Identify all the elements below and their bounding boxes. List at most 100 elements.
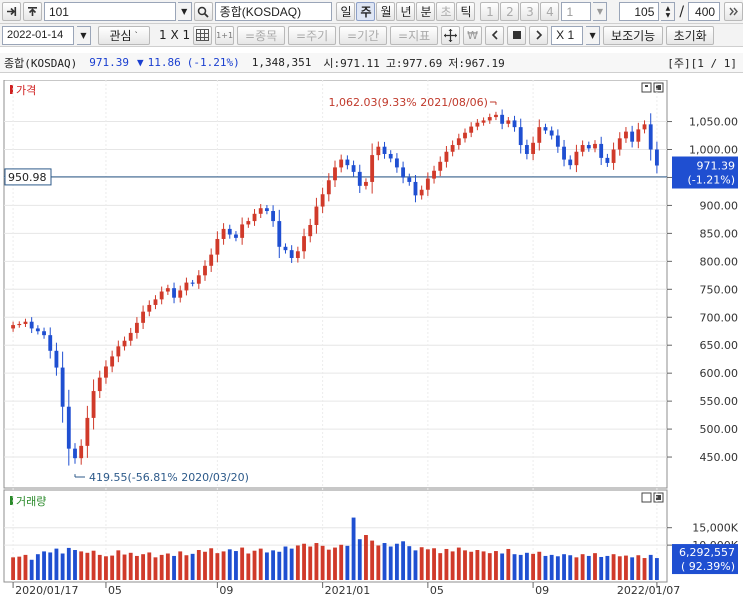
candle-body	[178, 290, 183, 298]
candle-body	[147, 304, 152, 312]
candle-body	[456, 138, 461, 146]
volume-bar	[518, 554, 523, 580]
aux-functions-button[interactable]: 보조기능	[603, 25, 664, 45]
volume-bar	[289, 548, 294, 580]
volume-bar	[642, 558, 647, 580]
volume-bar	[333, 547, 337, 580]
minute-button-4[interactable]: 4	[540, 2, 560, 21]
tab-year[interactable]: 년	[396, 2, 416, 21]
multiplier-select[interactable]: X 1	[551, 25, 584, 45]
current-volume-percent: ( 92.39%)	[681, 560, 735, 573]
volume-bar	[487, 553, 492, 580]
volume-bar	[351, 517, 356, 580]
tab-tick[interactable]: 틱	[456, 2, 476, 21]
candle-body	[630, 131, 635, 142]
volume-bar	[97, 554, 102, 580]
tab-minute[interactable]: 분	[416, 2, 436, 21]
candle-body	[370, 155, 375, 182]
zoom-input[interactable]: 105	[619, 2, 660, 21]
search-icon[interactable]	[193, 2, 213, 21]
candle-body	[73, 448, 77, 459]
pin-icon[interactable]	[2, 2, 21, 21]
volume-bar	[531, 553, 536, 580]
time-tick-label: 05	[430, 584, 444, 597]
won-icon[interactable]: ₩	[463, 25, 483, 45]
candle-body	[79, 445, 84, 459]
candle-body	[116, 346, 121, 357]
volume-maximize-icon[interactable]	[641, 492, 652, 503]
item-button[interactable]: =종목	[237, 25, 286, 45]
candle-body	[252, 213, 257, 222]
minute-button-3[interactable]: 3	[520, 2, 540, 21]
volume-bar	[425, 549, 430, 580]
count-dropdown-icon[interactable]: ▼	[593, 2, 608, 21]
toolbar-top: 101 ▼ 종합(KOSDAQ) 일 주 월 년 분 초 틱 1 2 3 4 1…	[0, 0, 743, 24]
candle-body	[537, 127, 542, 143]
candle-body	[463, 132, 467, 139]
price-volume-chart[interactable]: 가격 거래량 950.98 450.00 500.00 550.00 600.00 65…	[0, 80, 743, 597]
candle-body	[246, 221, 251, 225]
candle-body	[271, 211, 276, 222]
candle-body	[401, 167, 406, 178]
volume-bar	[147, 552, 152, 580]
indicator-button[interactable]: =지표	[390, 25, 439, 45]
grid-icon[interactable]	[193, 25, 213, 45]
tab-day[interactable]: 일	[336, 2, 356, 21]
code-dropdown-icon[interactable]: ▼	[177, 2, 192, 21]
candle-body	[17, 323, 22, 326]
crosshair-icon[interactable]	[441, 25, 461, 45]
pane-maximize-glyph	[645, 85, 648, 87]
date-input[interactable]: 2022-01-14	[2, 25, 74, 45]
price-tick-label: 600.00	[700, 367, 739, 380]
volume-bar	[240, 547, 245, 580]
volume-bar	[475, 550, 480, 580]
reset-button[interactable]: 초기화	[666, 25, 715, 45]
interest-button[interactable]: 관심 `	[98, 25, 150, 45]
multiplier-dropdown-icon[interactable]: ▼	[586, 25, 601, 45]
candle-body	[91, 391, 96, 418]
volume-bar	[159, 554, 164, 580]
date-dropdown-icon[interactable]: ▼	[77, 25, 91, 45]
tab-second[interactable]: 초	[436, 2, 456, 21]
total-input[interactable]: 400	[688, 2, 721, 21]
candle-body	[407, 177, 412, 182]
scroll-end-icon[interactable]	[724, 2, 743, 21]
volume-bar	[543, 555, 548, 580]
minute-button-1[interactable]: 1	[480, 2, 500, 21]
candle-body	[11, 325, 16, 329]
volume-bar	[252, 550, 257, 580]
period-button[interactable]: =주기	[288, 25, 337, 45]
stop-icon[interactable]	[507, 25, 527, 45]
tab-month[interactable]: 월	[376, 2, 396, 21]
minute-button-2[interactable]: 2	[500, 2, 520, 21]
volume-bar	[648, 554, 653, 580]
candle-body	[388, 153, 393, 159]
volume-bar	[555, 556, 560, 580]
candle-body	[624, 131, 628, 139]
code-input[interactable]: 101	[43, 2, 176, 21]
volume-bar	[221, 551, 226, 580]
volume-bar	[258, 548, 263, 580]
volume-bar	[165, 553, 170, 580]
zoom-spinner-icon[interactable]: ▲ ▼	[661, 2, 676, 21]
high-annotation: 1,062.03(9.33% 2021/08/06)	[329, 96, 488, 109]
pane-maximize-icon[interactable]	[641, 82, 652, 93]
current-price-percent: (-1.21%)	[688, 174, 736, 187]
volume-bar	[227, 549, 232, 580]
upload-icon[interactable]	[22, 2, 42, 21]
volume-bar	[654, 558, 659, 580]
range-button[interactable]: =기간	[339, 25, 388, 45]
time-tick-label: 2022/01/07	[617, 584, 680, 597]
candle-body	[320, 194, 325, 207]
count-input[interactable]: 1	[561, 2, 592, 21]
layout-small-button[interactable]: 1+1	[215, 25, 235, 45]
volume-bar	[624, 555, 628, 580]
price-tick-label: 650.00	[700, 339, 739, 352]
candle-body	[605, 157, 610, 163]
tab-week[interactable]: 주	[356, 2, 376, 21]
scroll-left-icon[interactable]	[485, 25, 505, 45]
volume-bar	[264, 552, 269, 580]
candle-body	[642, 124, 647, 130]
scroll-right-icon[interactable]	[529, 25, 549, 45]
change-percent: (-1.21%)	[186, 56, 240, 69]
